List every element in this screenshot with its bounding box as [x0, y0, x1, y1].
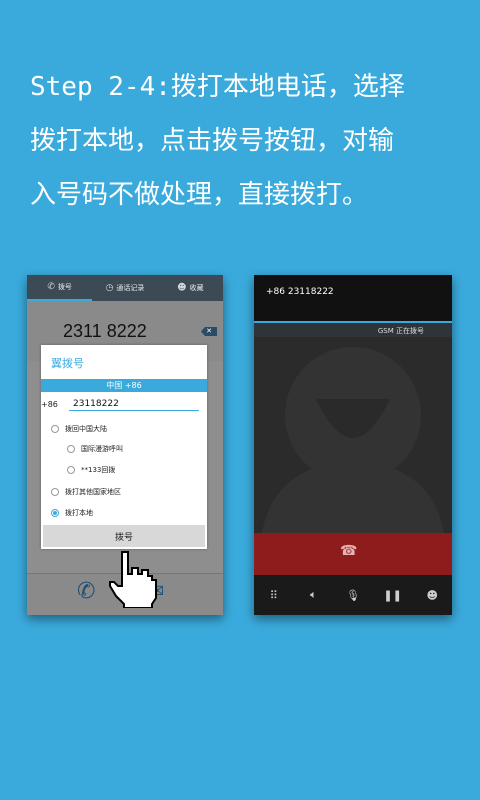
option-local[interactable]: 拨打本地	[51, 508, 93, 518]
dialer-tabs: ✆ 拨号 ◷ 通话记录 ☻ 收藏	[27, 275, 223, 301]
dialog-title: 翼拨号	[51, 357, 84, 370]
option-label: 拨打其他国家地区	[65, 488, 121, 496]
tab-favorites[interactable]: ☻ 收藏	[158, 275, 223, 301]
dial-options-dialog: 翼拨号 中国 +86 +86 拨回中国大陆 国际漫游呼叫 **133回拨 拨打其…	[41, 345, 207, 549]
caption-line-2: 拨打本地，点击拨号按钮，对输	[30, 126, 395, 156]
tab-label: 通话记录	[116, 284, 145, 292]
caller-avatar	[254, 337, 452, 533]
radio-button[interactable]	[67, 466, 75, 474]
pointer-hand-icon	[109, 551, 157, 608]
mute-icon[interactable]: 🎙︎	[333, 575, 373, 615]
option-label: 拨回中国大陆	[65, 425, 107, 433]
tab-call-log[interactable]: ◷ 通话记录	[92, 275, 157, 301]
speaker-icon[interactable]: 🔈︎	[294, 575, 334, 615]
add-call-icon[interactable]: ☻	[412, 575, 452, 615]
call-status-bar: GSM 正在拨号	[254, 321, 452, 337]
hang-up-icon[interactable]: ☎	[340, 543, 357, 559]
radio-button[interactable]	[67, 445, 75, 453]
option-other-country[interactable]: 拨打其他国家地区	[51, 487, 121, 497]
dialed-number: 2311 8222	[63, 321, 147, 341]
calling-number: +86 23118222	[266, 287, 334, 297]
caption-line-1: Step 2-4:拨打本地电话，选择	[30, 72, 405, 102]
default-avatar-icon	[262, 347, 444, 533]
option-133-callback[interactable]: **133回拨	[67, 465, 115, 475]
option-label: 拨打本地	[65, 509, 93, 517]
option-mainland[interactable]: 拨回中国大陆	[51, 424, 107, 434]
radio-button-selected[interactable]	[51, 509, 59, 517]
hold-icon[interactable]: ❚❚	[373, 575, 413, 615]
radio-button[interactable]	[51, 488, 59, 496]
clock-icon: ◷	[105, 283, 114, 293]
calling-screenshot: +86 23118222 GSM 正在拨号 ☎ ⠿ 🔈︎ 🎙︎ ❚❚ ☻	[254, 275, 452, 615]
keypad-icon[interactable]: ⠿	[254, 575, 294, 615]
country-code: +86	[41, 400, 58, 409]
instruction-caption: Step 2-4:拨打本地电话，选择 拨打本地，点击拨号按钮，对输 入号码不做处…	[30, 60, 460, 222]
tab-label: 拨号	[57, 283, 72, 291]
tab-dial[interactable]: ✆ 拨号	[27, 275, 93, 301]
contact-icon: ☻	[177, 283, 187, 293]
caption-line-3: 入号码不做处理，直接拨打。	[30, 180, 369, 210]
phone-number-input[interactable]	[69, 398, 199, 411]
option-roaming[interactable]: 国际漫游呼叫	[67, 444, 123, 454]
in-call-controls: ⠿ 🔈︎ 🎙︎ ❚❚ ☻	[254, 575, 452, 615]
option-label: **133回拨	[81, 466, 116, 474]
radio-button[interactable]	[51, 425, 59, 433]
call-icon[interactable]: ✆	[77, 579, 95, 604]
option-label: 国际漫游呼叫	[81, 445, 123, 453]
country-selector[interactable]: 中国 +86	[41, 379, 207, 392]
tab-label: 收藏	[189, 284, 204, 292]
dial-button[interactable]: 拨号	[43, 525, 205, 547]
phone-icon: ✆	[47, 282, 55, 292]
